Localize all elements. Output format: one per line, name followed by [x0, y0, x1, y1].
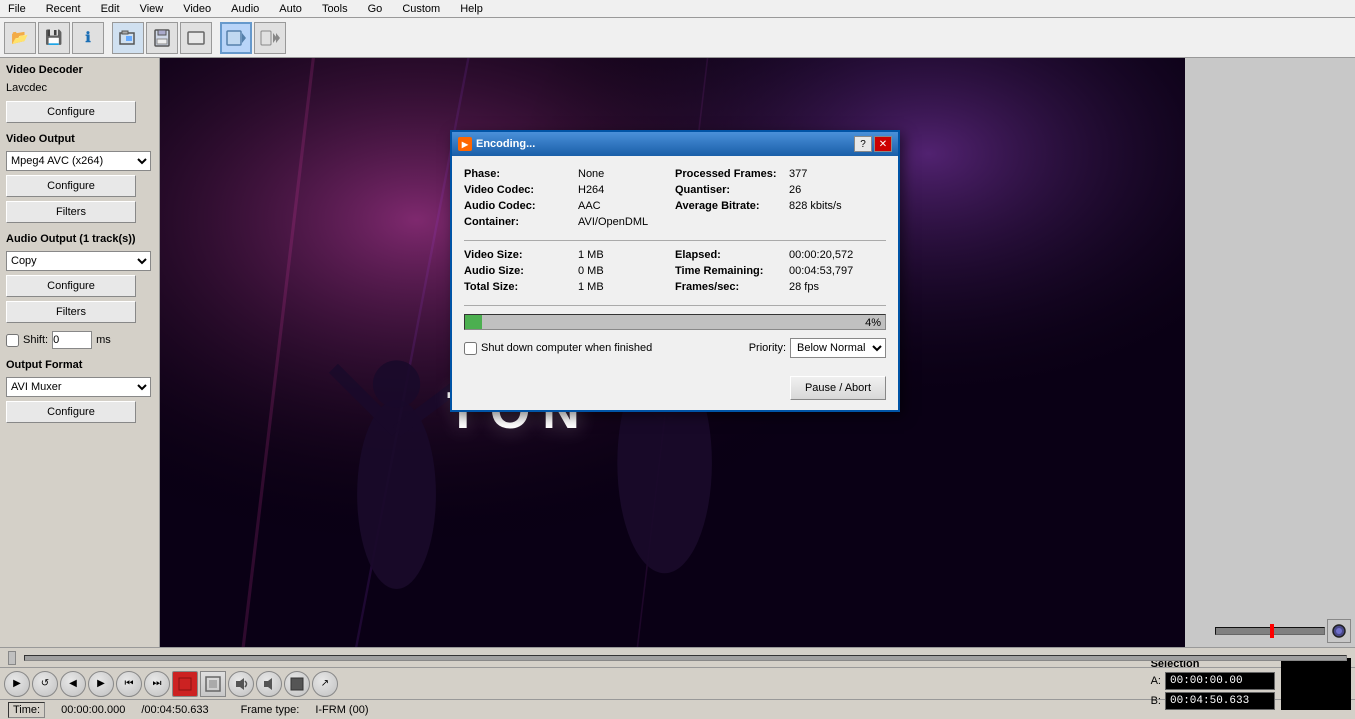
time-right: Elapsed: 00:00:20,572 Time Remaining: 00…	[675, 249, 886, 293]
avg-bitrate-label: Average Bitrate:	[675, 200, 785, 212]
audio-codec-label: Audio Codec:	[464, 200, 574, 212]
audio-codec-value: AAC	[578, 200, 601, 212]
processed-frames-row: Processed Frames: 377	[675, 168, 886, 180]
priority-select[interactable]: Idle Below Normal Normal Above Normal Hi…	[790, 338, 886, 358]
duration-value: /00:04:50.633	[141, 704, 208, 716]
dialog-close-button[interactable]: ✕	[874, 136, 892, 152]
video-size-label: Video Size:	[464, 249, 574, 261]
quantiser-value: 26	[789, 184, 801, 196]
time-remaining-row: Time Remaining: 00:04:53,797	[675, 265, 886, 277]
dialog-body: Phase: None Video Codec: H264 Audio Code…	[452, 156, 898, 370]
total-size-label: Total Size:	[464, 281, 574, 293]
avg-bitrate-value: 828 kbits/s	[789, 200, 842, 212]
video-codec-value: H264	[578, 184, 604, 196]
elapsed-row: Elapsed: 00:00:20,572	[675, 249, 886, 261]
progress-bar-container: 4%	[464, 314, 886, 330]
fps-row: Frames/sec: 28 fps	[675, 281, 886, 293]
time-label: Time:	[8, 702, 45, 718]
size-left: Video Size: 1 MB Audio Size: 0 MB Total …	[464, 249, 675, 293]
progress-section: 4%	[464, 314, 886, 330]
info-left: Phase: None Video Codec: H264 Audio Code…	[464, 168, 675, 228]
avg-bitrate-row: Average Bitrate: 828 kbits/s	[675, 200, 886, 212]
fps-value: 28 fps	[789, 281, 819, 293]
phase-row: Phase: None	[464, 168, 675, 180]
dialog-overlay: ▶ Encoding... ? ✕ Phase: None Video Code…	[0, 0, 1355, 699]
container-row: Container: AVI/OpenDML	[464, 216, 675, 228]
elapsed-value: 00:00:20,572	[789, 249, 853, 261]
priority-label: Priority:	[749, 342, 786, 354]
processed-frames-label: Processed Frames:	[675, 168, 785, 180]
pause-abort-button[interactable]: Pause / Abort	[790, 376, 886, 400]
video-codec-row: Video Codec: H264	[464, 184, 675, 196]
total-size-row: Total Size: 1 MB	[464, 281, 675, 293]
divider1	[464, 240, 886, 241]
processed-frames-value: 377	[789, 168, 807, 180]
quantiser-row: Quantiser: 26	[675, 184, 886, 196]
quantiser-label: Quantiser:	[675, 184, 785, 196]
dialog-titlebar: ▶ Encoding... ? ✕	[452, 132, 898, 156]
video-size-value: 1 MB	[578, 249, 604, 261]
info-grid: Phase: None Video Codec: H264 Audio Code…	[464, 168, 886, 228]
shutdown-checkbox[interactable]	[464, 342, 477, 355]
dialog-title-text: Encoding...	[476, 138, 535, 150]
frame-type-value: I-FRM (00)	[315, 704, 368, 716]
dialog-help-button[interactable]: ?	[854, 136, 872, 152]
progress-bar-fill	[465, 315, 482, 329]
phase-label: Phase:	[464, 168, 574, 180]
audio-codec-row: Audio Codec: AAC	[464, 200, 675, 212]
priority-row: Priority: Idle Below Normal Normal Above…	[749, 338, 886, 358]
encoding-dialog: ▶ Encoding... ? ✕ Phase: None Video Code…	[450, 130, 900, 412]
fps-label: Frames/sec:	[675, 281, 785, 293]
progress-percent: 4%	[865, 315, 881, 331]
time-remaining-label: Time Remaining:	[675, 265, 785, 277]
container-value: AVI/OpenDML	[578, 216, 648, 228]
info-right: Processed Frames: 377 Quantiser: 26 Aver…	[675, 168, 886, 228]
dialog-title-left: ▶ Encoding...	[458, 137, 535, 151]
dialog-footer: Pause / Abort	[452, 370, 898, 410]
frame-type-label: Frame type:	[241, 704, 300, 716]
dialog-bottom-row: Shut down computer when finished Priorit…	[464, 338, 886, 358]
dialog-title-icon: ▶	[458, 137, 472, 151]
time-value: 00:00:00.000	[61, 704, 125, 716]
time-remaining-value: 00:04:53,797	[789, 265, 853, 277]
elapsed-label: Elapsed:	[675, 249, 785, 261]
phase-value: None	[578, 168, 604, 180]
container-label: Container:	[464, 216, 574, 228]
audio-size-label: Audio Size:	[464, 265, 574, 277]
shutdown-checkbox-label[interactable]: Shut down computer when finished	[464, 342, 652, 355]
shutdown-label-text: Shut down computer when finished	[481, 342, 652, 354]
audio-size-row: Audio Size: 0 MB	[464, 265, 675, 277]
divider2	[464, 305, 886, 306]
video-size-row: Video Size: 1 MB	[464, 249, 675, 261]
audio-size-value: 0 MB	[578, 265, 604, 277]
dialog-title-buttons: ? ✕	[854, 136, 892, 152]
total-size-value: 1 MB	[578, 281, 604, 293]
video-codec-label: Video Codec:	[464, 184, 574, 196]
size-grid: Video Size: 1 MB Audio Size: 0 MB Total …	[464, 249, 886, 293]
